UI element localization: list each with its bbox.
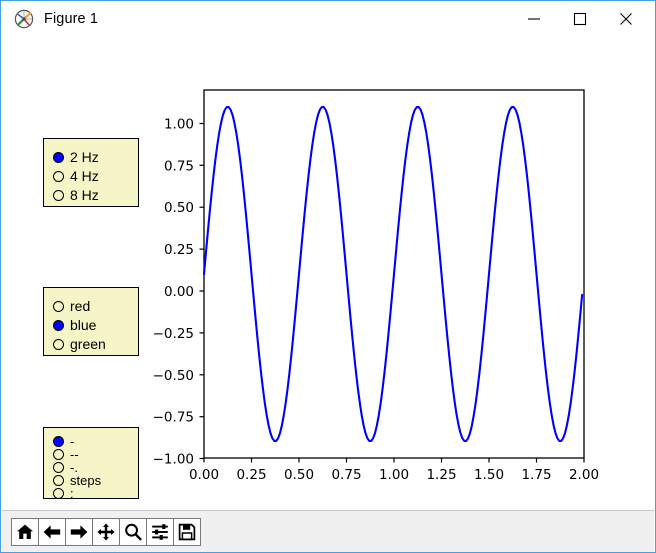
y-tick-marks	[199, 122, 204, 460]
svg-text:2.00: 2.00	[569, 467, 599, 483]
svg-text:1.00: 1.00	[379, 467, 409, 483]
zoom-magnifier-icon[interactable]	[119, 517, 147, 546]
radio-dot-icon	[53, 170, 64, 182]
radio-option-green[interactable]: green	[53, 337, 106, 351]
close-button[interactable]	[603, 1, 649, 37]
svg-text:1.25: 1.25	[426, 467, 456, 483]
back-arrow-icon[interactable]	[38, 517, 66, 546]
radio-dot-selected-icon	[53, 151, 64, 163]
frequency-radio-group[interactable]: 2 Hz 4 Hz 8 Hz	[43, 138, 139, 207]
radio-dot-icon	[53, 488, 64, 499]
save-floppy-icon[interactable]	[173, 517, 201, 546]
color-radio-group[interactable]: red blue green	[43, 287, 139, 356]
radio-dot-icon	[53, 449, 64, 460]
home-icon[interactable]	[11, 517, 39, 546]
maximize-button[interactable]	[557, 1, 603, 37]
forward-arrow-icon[interactable]	[65, 517, 93, 546]
radio-option-label: steps	[70, 473, 102, 488]
x-tick-labels: 0.00 0.25 0.50 0.75 1.00 1.25 1.50 1.75 …	[189, 467, 599, 483]
radio-option-label: 8 Hz	[70, 187, 99, 203]
svg-text:−1.00: −1.00	[153, 452, 194, 468]
window-controls	[511, 1, 655, 37]
radio-option-label: :	[70, 486, 74, 501]
radio-dot-icon	[53, 475, 64, 486]
navigation-toolbar	[2, 510, 654, 552]
radio-option-label: blue	[70, 317, 97, 333]
svg-text:0.00: 0.00	[164, 284, 194, 300]
svg-text:−0.75: −0.75	[153, 410, 194, 426]
radio-option-4hz[interactable]: 4 Hz	[53, 169, 99, 183]
radio-dot-icon	[53, 338, 64, 350]
svg-text:−0.50: −0.50	[153, 368, 194, 384]
radio-option-blue[interactable]: blue	[53, 318, 96, 332]
radio-option-label: red	[70, 298, 91, 314]
window-title: Figure 1	[44, 11, 98, 27]
radio-dot-selected-icon	[53, 319, 64, 331]
radio-dot-icon	[53, 462, 64, 473]
svg-text:0.25: 0.25	[164, 242, 194, 258]
figure-window: Figure 1 0.00 0.25 0.50 0.75 1.00 1.25 1…	[0, 0, 656, 553]
svg-text:0.25: 0.25	[236, 467, 266, 483]
radio-option-label: 2 Hz	[70, 149, 99, 165]
svg-text:1.50: 1.50	[474, 467, 504, 483]
radio-option-steps[interactable]: steps	[53, 474, 101, 487]
title-bar: Figure 1	[1, 1, 655, 37]
radio-option-label: 4 Hz	[70, 168, 99, 184]
radio-dot-selected-icon	[53, 436, 64, 447]
radio-option-dotted[interactable]: :	[53, 487, 74, 500]
radio-option-2hz[interactable]: 2 Hz	[53, 150, 99, 164]
figure-canvas: 0.00 0.25 0.50 0.75 1.00 1.25 1.50 1.75 …	[2, 37, 654, 510]
minimize-button[interactable]	[511, 1, 557, 37]
radio-dot-icon	[53, 300, 64, 312]
x-tick-marks	[203, 458, 585, 463]
svg-text:0.00: 0.00	[189, 467, 219, 483]
svg-text:−0.25: −0.25	[153, 326, 194, 342]
radio-option-label: green	[70, 336, 106, 352]
configure-subplots-icon[interactable]	[146, 517, 174, 546]
svg-text:0.50: 0.50	[284, 467, 314, 483]
pan-move-icon[interactable]	[92, 517, 120, 546]
y-tick-labels: 1.00 0.75 0.50 0.25 0.00 −0.25 −0.50 −0.…	[153, 117, 194, 468]
radio-dot-icon	[53, 189, 64, 201]
svg-text:0.75: 0.75	[164, 158, 194, 174]
radio-option-8hz[interactable]: 8 Hz	[53, 188, 99, 202]
svg-text:0.50: 0.50	[164, 200, 194, 216]
linestyle-radio-group[interactable]: - -- -. steps :	[43, 427, 139, 500]
svg-text:1.00: 1.00	[164, 117, 194, 133]
radio-option-red[interactable]: red	[53, 299, 90, 313]
svg-text:1.75: 1.75	[521, 467, 551, 483]
matplotlib-logo-icon	[14, 9, 34, 29]
svg-text:0.75: 0.75	[331, 467, 361, 483]
